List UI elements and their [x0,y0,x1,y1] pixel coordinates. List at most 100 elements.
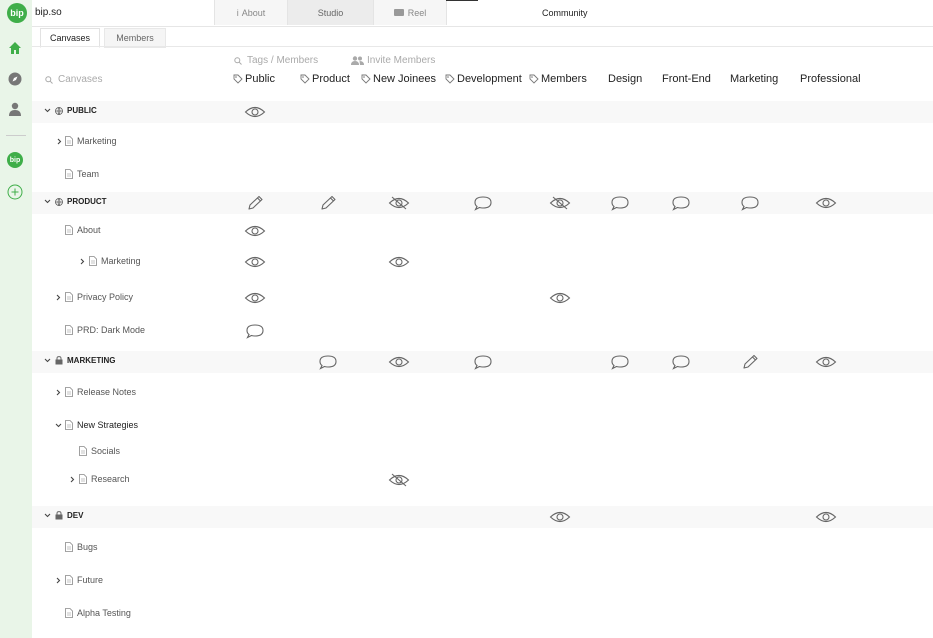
chevron-right-icon[interactable] [55,577,62,584]
canvas-item[interactable]: Bugs [65,542,98,552]
tab-canvases[interactable]: Canvases [40,28,100,48]
group-row[interactable] [32,506,933,528]
chevron-right-icon[interactable] [55,294,62,301]
canvas-item[interactable]: About [65,225,101,235]
eye-icon[interactable] [388,354,410,370]
comment-icon[interactable] [670,354,692,370]
pencil-icon[interactable] [739,354,761,370]
canvas-item[interactable]: Future [65,575,103,585]
tab-reel[interactable]: Reel [373,0,447,25]
bip-logo[interactable]: bip [7,3,27,23]
chevron-right-icon[interactable] [79,258,86,265]
column-header[interactable]: Product [300,73,350,85]
comment-icon[interactable] [609,354,631,370]
canvas-item[interactable]: Team [65,169,99,179]
canvas-item[interactable]: Release Notes [65,387,136,397]
eye-icon[interactable] [244,104,266,120]
group-name: DEV [67,511,84,520]
group-label[interactable]: MARKETING [44,356,115,365]
top-bar: bip.so i About Studio Reel Community [32,0,933,27]
eye-icon[interactable] [815,195,837,211]
canvas-name: Team [77,169,100,179]
canvas-search[interactable]: Canvases [45,74,102,85]
column-header[interactable]: Marketing [730,73,778,85]
canvas-item[interactable]: Research [79,474,130,484]
canvas-item[interactable]: Marketing [65,136,117,146]
tags-search[interactable]: Tags / Members [234,55,318,66]
column-header[interactable]: Members [529,73,587,85]
column-header[interactable]: Front-End [662,73,711,85]
column-header[interactable]: Development [445,73,522,85]
canvas-name: Marketing [77,136,117,146]
document-icon [65,325,73,335]
chevron-right-icon[interactable] [56,138,63,145]
left-rail: bip bip [0,0,32,638]
canvas-item[interactable]: Alpha Testing [65,608,131,618]
eye-off-icon[interactable] [388,195,410,211]
column-header[interactable]: Design [608,73,642,85]
document-icon [79,446,87,456]
comment-icon[interactable] [670,195,692,211]
column-header[interactable]: New Joinees [361,73,436,85]
group-label[interactable]: DEV [44,511,83,520]
chevron-down-icon [44,198,51,205]
chevron-down-icon[interactable] [55,422,62,429]
comment-icon[interactable] [472,195,494,211]
tab-studio[interactable]: Studio [287,0,374,25]
lock-icon [55,356,63,365]
compass-icon[interactable] [8,72,22,86]
canvas-item[interactable]: Privacy Policy [65,292,133,302]
comment-icon[interactable] [317,354,339,370]
info-icon: i [236,7,239,18]
canvas-item[interactable]: New Strategies [65,420,138,430]
column-header[interactable]: Professional [800,73,861,85]
invite-members-button[interactable]: Invite Members [351,55,435,66]
eye-off-icon[interactable] [549,195,571,211]
eye-icon[interactable] [815,509,837,525]
document-icon [65,420,73,430]
canvas-item[interactable]: PRD: Dark Mode [65,325,145,335]
home-icon[interactable] [7,40,23,56]
pencil-icon[interactable] [317,195,339,211]
column-header[interactable]: Public [233,73,275,85]
eye-icon[interactable] [815,354,837,370]
tab-members[interactable]: Members [104,28,166,48]
workspace-logo[interactable]: bip [7,152,23,168]
canvas-item[interactable]: Marketing [89,256,141,266]
comment-icon[interactable] [244,323,266,339]
community-link[interactable]: Community [542,8,588,18]
comment-icon[interactable] [609,195,631,211]
group-label[interactable]: PUBLIC [44,106,97,115]
column-label: Professional [800,73,861,85]
chevron-right-icon[interactable] [69,476,76,483]
canvas-name: Alpha Testing [77,608,131,618]
eye-off-icon[interactable] [388,472,410,488]
eye-icon[interactable] [244,290,266,306]
document-icon [65,136,73,146]
eye-icon[interactable] [549,509,571,525]
eye-icon[interactable] [388,254,410,270]
eye-icon[interactable] [244,223,266,239]
column-label: Public [245,73,275,85]
globe-icon [55,106,63,115]
brand-name: bip.so [35,7,62,18]
canvas-item[interactable]: Socials [79,446,120,456]
search-placeholder: Canvases [58,74,103,85]
group-label[interactable]: PRODUCT [44,197,107,206]
comment-icon[interactable] [739,195,761,211]
eye-icon[interactable] [549,290,571,306]
chevron-down-icon [44,512,51,519]
pencil-icon[interactable] [244,195,266,211]
chevron-down-icon [44,107,51,114]
user-icon[interactable] [8,102,22,116]
group-row[interactable] [32,101,933,123]
canvas-name: Research [91,474,130,484]
tab-about[interactable]: i About [214,0,288,25]
eye-icon[interactable] [244,254,266,270]
comment-icon[interactable] [472,354,494,370]
chevron-right-icon[interactable] [55,389,62,396]
document-icon [65,169,73,179]
add-workspace-icon[interactable] [7,184,23,200]
document-icon [65,292,73,302]
tag-icon [233,74,243,84]
